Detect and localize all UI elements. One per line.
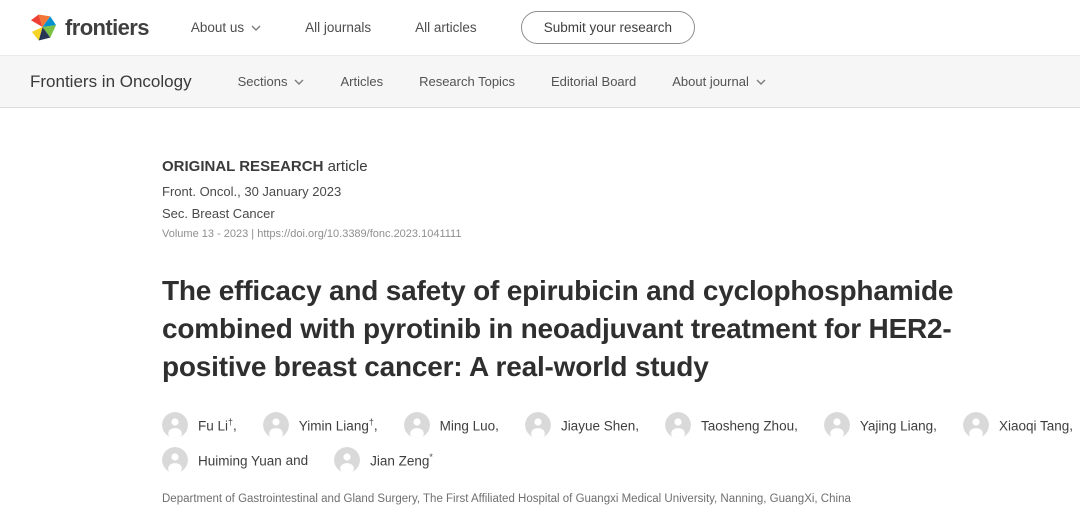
article-type-label: ORIGINAL RESEARCH [162, 158, 323, 175]
author-separator: and [282, 453, 308, 468]
author-separator: , [495, 418, 499, 433]
author-chip[interactable]: Taosheng Zhou, [665, 412, 798, 438]
author-separator: , [233, 418, 237, 433]
avatar [162, 447, 188, 473]
journal-nav-articles[interactable]: Articles [340, 74, 383, 89]
author-name: Taosheng Zhou [701, 417, 794, 434]
author-chip[interactable]: Huiming Yuan and [162, 447, 308, 473]
avatar [963, 412, 989, 438]
nav-all-journals[interactable]: All journals [305, 20, 371, 35]
author-name: Ming Luo [440, 417, 496, 434]
journal-title[interactable]: Frontiers in Oncology [30, 72, 192, 92]
avatar [334, 447, 360, 473]
author-separator: , [635, 418, 639, 433]
author-chip[interactable]: Xiaoqi Tang, [963, 412, 1073, 438]
avatar [404, 412, 430, 438]
frontiers-logo-icon [30, 13, 57, 43]
journal-nav-about-journal[interactable]: About journal [672, 74, 766, 89]
chevron-down-icon [756, 79, 766, 85]
author-name: Jian Zeng* [370, 452, 433, 469]
chevron-down-icon [294, 79, 304, 85]
author-chip[interactable]: Yajing Liang, [824, 412, 937, 438]
article-type: ORIGINAL RESEARCH article [162, 158, 1010, 175]
journal-nav-sections[interactable]: Sections [238, 74, 305, 89]
author-separator: , [1069, 418, 1073, 433]
author-name: Fu Li† [198, 417, 233, 434]
article-section: Sec. Breast Cancer [162, 206, 1010, 221]
journal-nav-sections-label: Sections [238, 74, 288, 89]
avatar [824, 412, 850, 438]
affiliation-line: Department of Gastrointestinal and Gland… [162, 493, 1010, 505]
author-name: Xiaoqi Tang [999, 417, 1069, 434]
article-type-suffix: article [328, 158, 368, 175]
avatar [525, 412, 551, 438]
journal-nav-research-topics[interactable]: Research Topics [419, 74, 515, 89]
nav-all-articles[interactable]: All articles [415, 20, 477, 35]
top-nav-links: About us All journals All articles Submi… [191, 11, 695, 44]
journal-nav-links: Sections Articles Research Topics Editor… [238, 74, 766, 89]
chevron-down-icon [251, 25, 261, 31]
article-header: ORIGINAL RESEARCH article Front. Oncol.,… [0, 108, 1010, 505]
author-name: Yimin Liang† [299, 417, 374, 434]
brand-name: frontiers [65, 15, 149, 41]
nav-about-us-label: About us [191, 20, 244, 35]
article-citation: Front. Oncol., 30 January 2023 [162, 184, 1010, 199]
avatar [263, 412, 289, 438]
author-chip[interactable]: Ming Luo, [404, 412, 499, 438]
author-chip[interactable]: Jian Zeng* [334, 447, 433, 473]
author-separator: , [374, 418, 378, 433]
author-chip[interactable]: Yimin Liang†, [263, 412, 378, 438]
author-name: Jiayue Shen [561, 417, 635, 434]
avatar [162, 412, 188, 438]
author-name: Huiming Yuan [198, 452, 282, 469]
submit-research-button[interactable]: Submit your research [521, 11, 695, 44]
top-navigation: frontiers About us All journals All arti… [0, 0, 1080, 55]
author-chip[interactable]: Jiayue Shen, [525, 412, 639, 438]
journal-nav-editorial-board[interactable]: Editorial Board [551, 74, 636, 89]
author-row: Huiming Yuan and Jian Zeng* [162, 447, 1010, 473]
author-chip[interactable]: Fu Li†, [162, 412, 237, 438]
author-separator: , [933, 418, 937, 433]
article-volume-doi: Volume 13 - 2023 | https://doi.org/10.33… [162, 228, 1010, 240]
article-title: The efficacy and safety of epirubicin an… [162, 272, 1007, 386]
frontiers-logo[interactable]: frontiers [30, 13, 149, 43]
journal-navigation: Frontiers in Oncology Sections Articles … [0, 55, 1080, 108]
journal-nav-about-label: About journal [672, 74, 749, 89]
author-list: Fu Li†, Yimin Liang†, Ming Luo, Jiayue S… [162, 412, 1010, 473]
author-name: Yajing Liang [860, 417, 933, 434]
avatar [665, 412, 691, 438]
author-row: Fu Li†, Yimin Liang†, Ming Luo, Jiayue S… [162, 412, 1010, 438]
author-separator: , [794, 418, 798, 433]
nav-about-us[interactable]: About us [191, 20, 261, 35]
